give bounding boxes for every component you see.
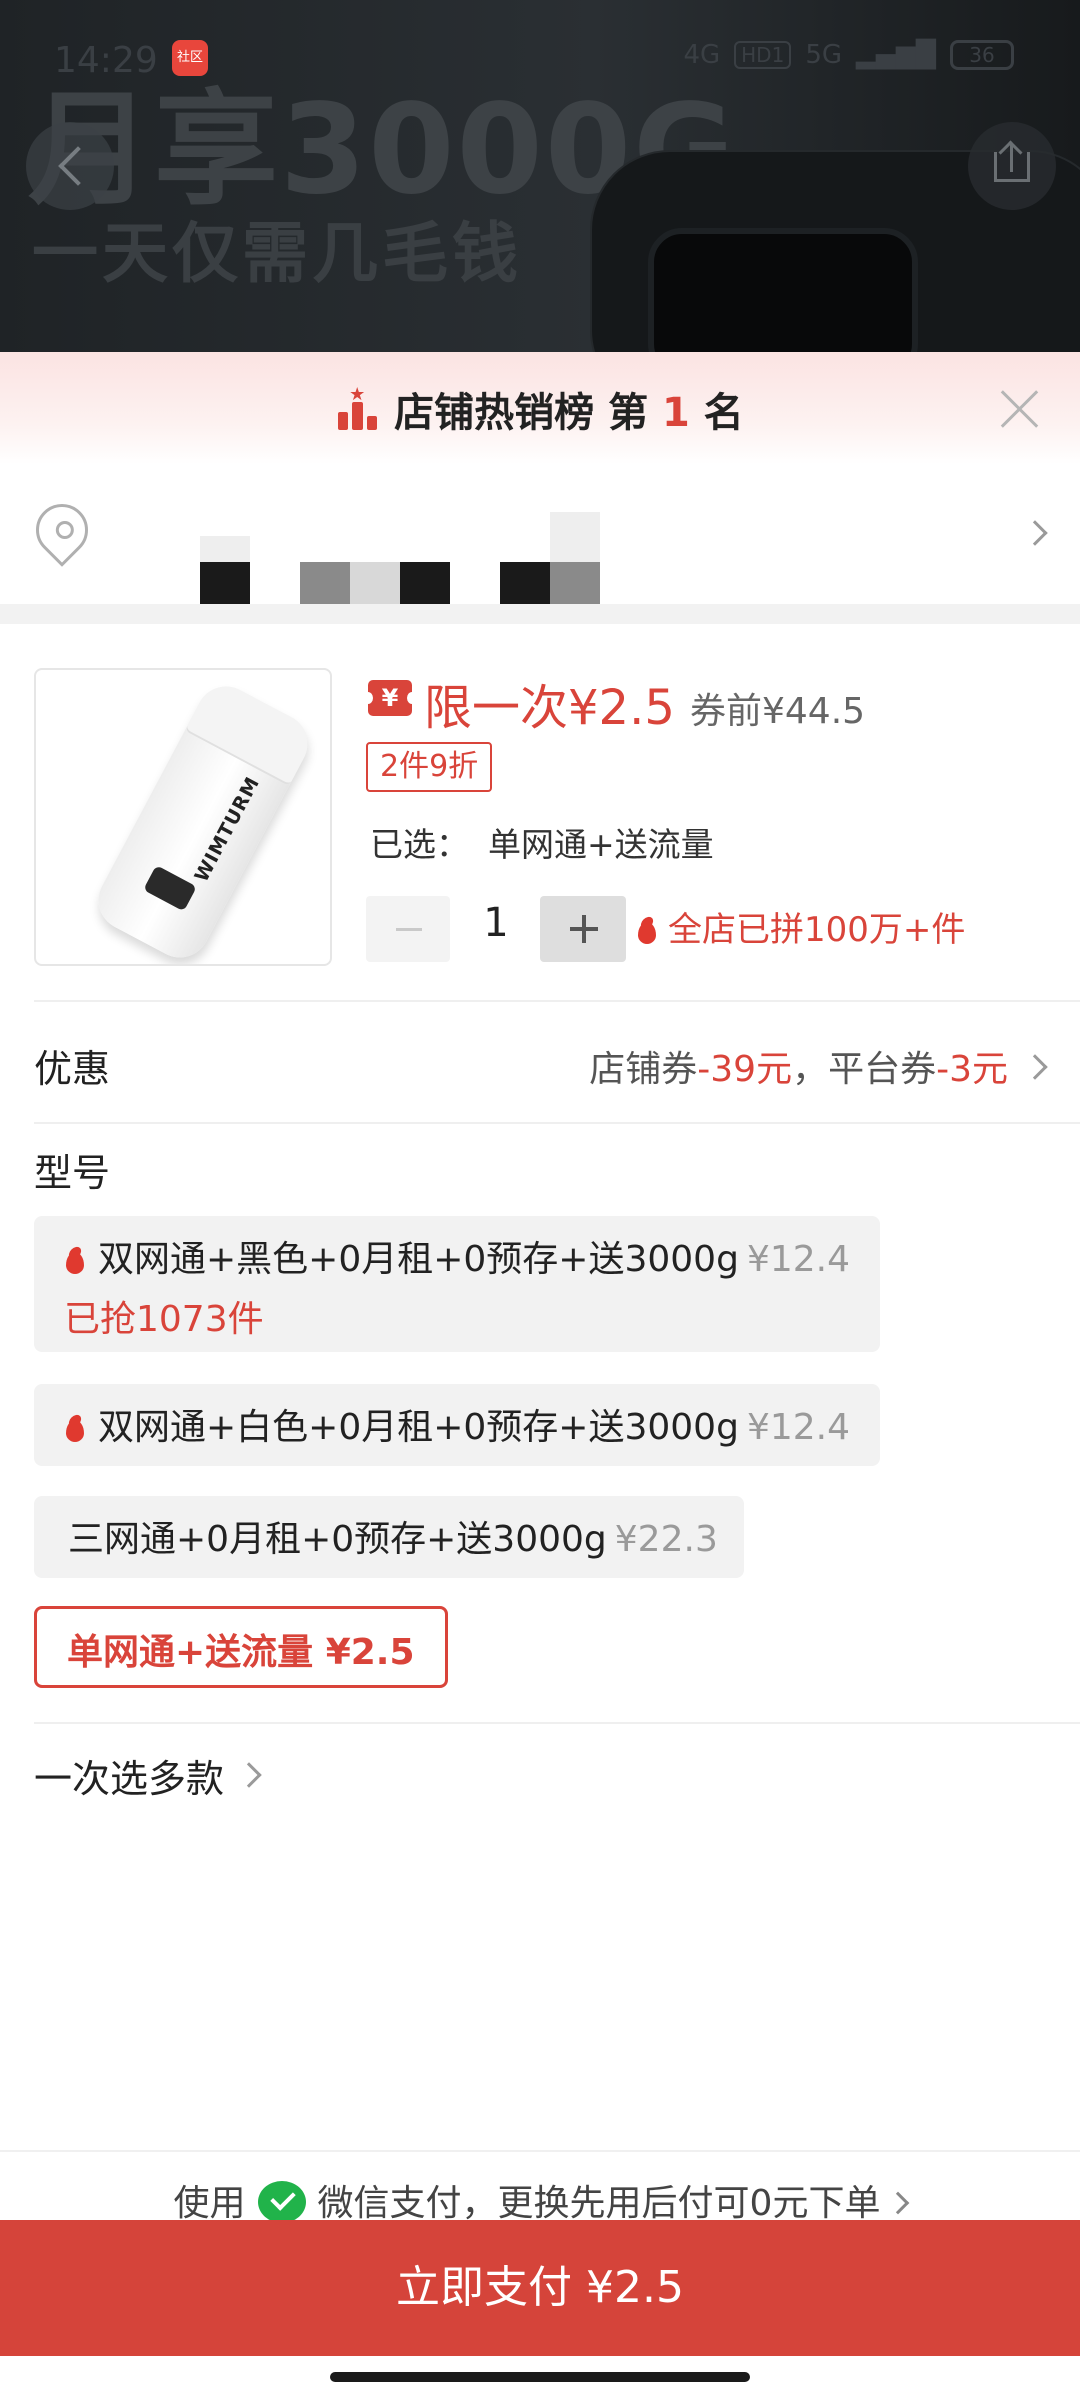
multi-select-link[interactable]: 一次选多款: [34, 1748, 224, 1803]
home-indicator: [330, 2372, 750, 2382]
option-price: ¥12.4: [746, 1407, 850, 1448]
location-icon: [25, 493, 99, 567]
option-price: ¥12.4: [746, 1239, 850, 1280]
rank-number: 1: [662, 390, 690, 436]
flame-icon: [64, 1246, 86, 1274]
product-thumbnail[interactable]: WIMTURM: [34, 668, 332, 966]
wechat-pay-icon: [257, 2181, 306, 2223]
status-bar: 14:29 社区 4G HD1 5G ▂▄▆█ 36: [0, 36, 1080, 92]
status-indicators: 4G HD1 5G ▂▄▆█ 36: [683, 40, 1014, 70]
banner-subheadline: 一天仅需几毛钱: [32, 215, 522, 292]
back-button[interactable]: [26, 122, 114, 210]
device-screen: [648, 228, 918, 352]
option-name: 单网通+送流量 ¥2.5: [67, 1632, 415, 1673]
option-name: 双网通+黑色+0月租+0预存+送3000g: [98, 1239, 739, 1280]
rank-text: ★ 店铺热销榜 第 1 名: [0, 380, 1080, 438]
model-option-selected[interactable]: 单网通+送流量 ¥2.5: [34, 1606, 448, 1688]
flame-icon: [636, 916, 658, 944]
rank-suffix: 名: [689, 390, 744, 436]
usb-dongle-image: WIMTURM: [87, 675, 319, 964]
share-button[interactable]: [968, 122, 1056, 210]
close-icon[interactable]: [998, 386, 1042, 430]
divider: [34, 1722, 1080, 1724]
multi-select-chevron-icon: [236, 1762, 262, 1788]
quantity-decrease-button[interactable]: [366, 896, 450, 962]
quantity-value: 1: [483, 900, 509, 946]
network-left: 4G: [683, 40, 721, 70]
platform-coupon-value: -3元: [936, 1049, 1008, 1090]
flame-icon: [64, 1414, 86, 1442]
rank-banner: ★ 店铺热销榜 第 1 名: [0, 352, 1080, 464]
model-label: 型号: [34, 1151, 111, 1195]
battery-icon: 36: [950, 40, 1014, 70]
promo-detail[interactable]: 店铺券-39元，平台券-3元: [589, 1040, 1008, 1092]
rank-prefix: 店铺热销榜 第: [394, 390, 663, 436]
coupon-icon: ¥: [363, 680, 417, 716]
app-badge-icon: 社区: [172, 40, 208, 76]
price-before-coupon: 券前¥44.5: [690, 691, 866, 732]
model-option[interactable]: 三网通+0月租+0预存+送3000g ¥22.3: [34, 1496, 744, 1578]
price-main: 限一次¥2.5: [424, 680, 675, 736]
hd-icon: HD1: [734, 41, 792, 69]
network-right: 5G: [805, 40, 843, 70]
selected-value: 单网通+送流量: [488, 825, 714, 864]
option-sold-count: 已抢1073件: [64, 1299, 264, 1340]
option-name: 三网通+0月租+0预存+送3000g: [68, 1519, 607, 1560]
quantity-increase-button[interactable]: [540, 896, 626, 962]
signal-icon: ▂▄▆█: [856, 40, 936, 70]
pay-now-button[interactable]: 立即支付 ¥2.5: [0, 2220, 1080, 2356]
shop-coupon-value: -39元: [697, 1049, 793, 1090]
selected-label: 已选：: [370, 825, 469, 864]
option-price: ¥22.3: [614, 1519, 718, 1560]
status-time: 14:29: [54, 40, 158, 81]
address-row[interactable]: [0, 464, 1080, 612]
product-banner: 月享3000G 一天仅需几毛钱 14:29 社区 4G HD1 5G ▂▄▆█ …: [0, 0, 1080, 352]
section-gap: [0, 604, 1080, 624]
sku-sheet: ★ 店铺热销榜 第 1 名 WIMTURM ¥ 限一次¥2.5 券前¥44.5 …: [0, 352, 1080, 2400]
promo-label: 优惠: [34, 1047, 111, 1091]
option-name: 双网通+白色+0月租+0预存+送3000g: [98, 1407, 739, 1448]
discount-tag: 2件9折: [366, 742, 493, 792]
model-option[interactable]: 双网通+黑色+0月租+0预存+送3000g ¥12.4 已抢1073件: [34, 1216, 880, 1352]
product-brand: WIMTURM: [190, 772, 265, 886]
address-chevron-icon: [1022, 520, 1048, 546]
divider: [34, 1122, 1080, 1124]
promo-chevron-icon: [1022, 1054, 1048, 1080]
chevron-right-icon: [887, 2191, 910, 2215]
ranking-icon: ★: [336, 384, 380, 432]
model-option[interactable]: 双网通+白色+0月租+0预存+送3000g ¥12.4: [34, 1384, 880, 1466]
divider: [34, 1000, 1080, 1002]
sold-count-note: 全店已拼100万+件: [636, 902, 965, 951]
